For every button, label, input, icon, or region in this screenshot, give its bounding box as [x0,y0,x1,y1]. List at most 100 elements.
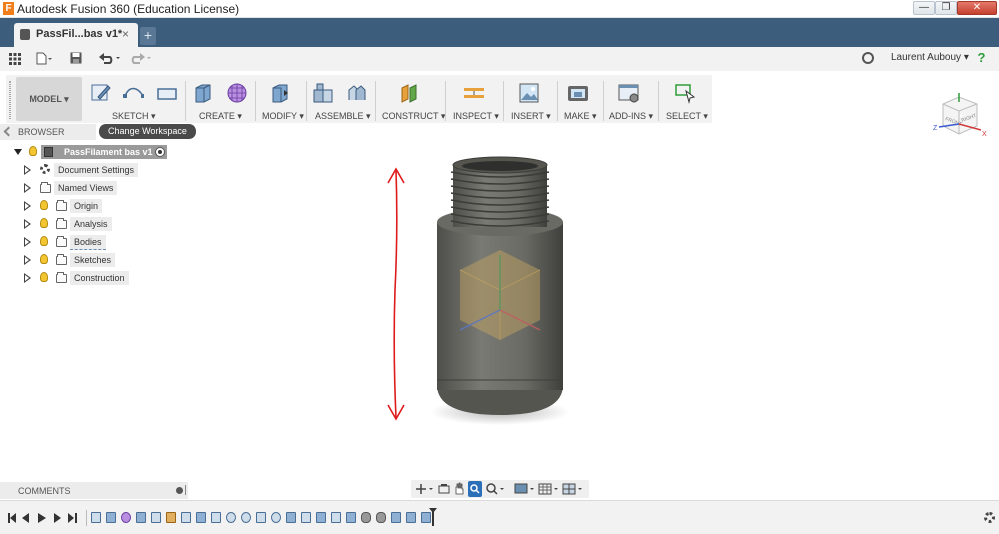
timeline-feature-extrude[interactable] [136,512,146,523]
timeline-feature-sketch[interactable] [256,512,266,523]
timeline-feature-sketch[interactable] [211,512,221,523]
timeline-feature-extrude[interactable] [391,512,401,523]
scripts-add-ins-icon[interactable] [618,82,640,104]
3d-viewport[interactable] [190,124,999,500]
timeline-feature-fillet[interactable] [166,512,176,523]
undo-icon[interactable] [98,52,122,64]
go-to-end-icon[interactable] [68,513,74,523]
timeline-feature-sketch[interactable] [301,512,311,523]
line-tool-icon[interactable] [122,82,144,104]
grid-snap-icon[interactable] [538,483,560,495]
collapse-browser-icon[interactable] [3,126,14,137]
timeline-feature-sketch[interactable] [331,512,341,523]
viewports-icon[interactable] [562,483,584,495]
measure-icon[interactable] [463,82,485,104]
document-tab[interactable]: PassFil...bas v1* × [14,23,138,47]
rectangle-tool-icon[interactable] [156,82,178,104]
browser-root-node[interactable]: PassFilament bas v1 [14,145,174,159]
look-at-icon[interactable] [438,483,450,495]
save-icon[interactable] [70,52,82,64]
timeline-feature-extrude[interactable] [421,512,431,523]
expand-triangle-icon[interactable] [14,149,22,155]
user-account-menu[interactable]: Laurent Aubouy ▾ [891,52,969,63]
timeline-feature-sketch[interactable] [181,512,191,523]
timeline-feature-revolve[interactable] [271,512,281,523]
visibility-bulb-icon[interactable] [29,146,37,156]
toolbar-grip[interactable] [9,81,11,119]
form-sculpt-icon[interactable] [226,82,248,104]
visibility-bulb-icon[interactable] [40,218,48,228]
redo-icon[interactable] [128,52,152,64]
zoom-window-active-button[interactable] [468,481,482,497]
timeline-feature-revolve[interactable] [241,512,251,523]
add-ins-menu[interactable]: ADD-INS ▾ [609,111,653,122]
visibility-bulb-icon[interactable] [40,272,48,282]
offset-plane-icon[interactable] [399,82,421,104]
browser-item-analysis[interactable]: Analysis [24,217,144,231]
workspace-switcher-button[interactable]: MODEL ▾ [16,77,82,121]
browser-item-document-settings[interactable]: Document Settings [24,163,144,177]
browser-item-bodies[interactable]: Bodies [24,235,144,250]
select-menu[interactable]: SELECT ▾ [666,111,708,122]
timeline-feature-thread[interactable] [361,512,371,523]
timeline-feature-revolve[interactable] [226,512,236,523]
create-menu[interactable]: CREATE ▾ [199,111,242,122]
help-icon[interactable]: ? [973,49,990,66]
timeline-feature-extrude[interactable] [316,512,326,523]
timeline-feature-extrude[interactable] [406,512,416,523]
browser-item-sketches[interactable]: Sketches [24,253,144,267]
orbit-icon[interactable] [415,483,435,495]
browser-item-named-views[interactable]: Named Views [24,181,144,195]
expand-triangle-icon[interactable] [24,237,31,247]
construct-menu[interactable]: CONSTRUCT ▾ [382,111,445,122]
go-to-start-icon[interactable] [10,513,16,523]
visibility-bulb-icon[interactable] [40,200,48,210]
joint-icon[interactable] [346,82,368,104]
file-menu-icon[interactable] [36,52,52,65]
timeline-settings-gear-icon[interactable] [984,512,995,523]
close-window-button[interactable]: ✕ [957,1,997,15]
expand-triangle-icon[interactable] [24,273,31,283]
extrude-box-icon[interactable] [192,82,214,104]
data-panel-grid-icon[interactable] [9,53,21,65]
insert-menu[interactable]: INSERT ▾ [511,111,551,122]
sketch-menu[interactable]: SKETCH ▾ [112,111,156,122]
create-sketch-icon[interactable] [90,82,112,104]
comments-panel[interactable]: COMMENTS [0,482,188,499]
viewcube[interactable]: FRONT RIGHT Z X [933,92,989,140]
new-tab-button[interactable]: + [140,27,156,45]
timeline-feature-sketch[interactable] [91,512,101,523]
expand-triangle-icon[interactable] [24,183,31,193]
expand-triangle-icon[interactable] [24,201,31,211]
timeline-feature-sketch[interactable] [151,512,161,523]
3d-print-icon[interactable] [567,82,589,104]
timeline-feature-extrude[interactable] [286,512,296,523]
minimize-button[interactable]: — [913,1,935,15]
visibility-bulb-icon[interactable] [40,236,48,246]
timeline-feature-form[interactable] [121,512,131,523]
thread-adapter-body[interactable] [430,156,570,425]
insert-image-icon[interactable] [518,82,540,104]
expand-triangle-icon[interactable] [24,219,31,229]
step-forward-icon[interactable] [54,513,61,523]
select-window-icon[interactable] [674,82,696,104]
step-back-icon[interactable] [22,513,29,523]
job-status-clock-icon[interactable] [862,52,874,64]
timeline-feature-extrude[interactable] [346,512,356,523]
press-pull-icon[interactable] [269,82,291,104]
maximize-button[interactable]: ❐ [935,1,957,15]
panel-resize-handle[interactable] [185,485,187,495]
play-icon[interactable] [38,513,46,523]
pan-hand-icon[interactable] [453,482,465,495]
display-settings-icon[interactable] [514,483,536,495]
timeline-feature-extrude[interactable] [196,512,206,523]
browser-item-origin[interactable]: Origin [24,199,144,213]
expand-triangle-icon[interactable] [24,165,31,175]
close-tab-icon[interactable]: × [122,27,129,41]
timeline-marker-head-icon[interactable] [429,508,437,513]
assemble-menu[interactable]: ASSEMBLE ▾ [315,111,371,122]
visibility-bulb-icon[interactable] [40,254,48,264]
browser-header[interactable]: BROWSER [0,124,96,140]
make-menu[interactable]: MAKE ▾ [564,111,597,122]
fit-zoom-icon[interactable] [486,483,506,495]
